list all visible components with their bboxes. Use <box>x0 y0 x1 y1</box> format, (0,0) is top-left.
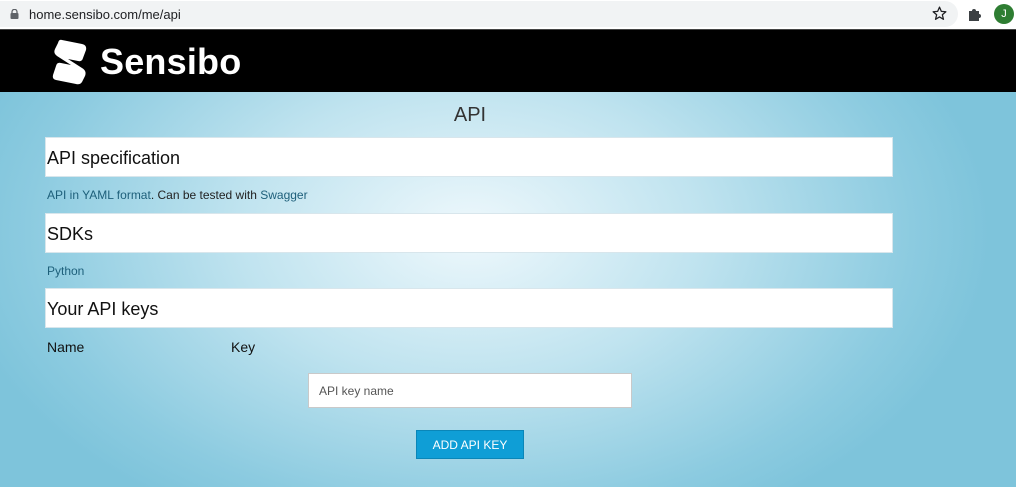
section-sdks: SDKs <box>45 213 893 253</box>
section-heading: SDKs <box>47 224 94 244</box>
section-api-specification: API specification <box>45 137 893 177</box>
extensions-puzzle-icon[interactable] <box>967 6 983 22</box>
keys-column-key: Key <box>231 339 256 355</box>
bookmark-star-icon[interactable] <box>931 5 948 22</box>
section-api-keys: Your API keys <box>45 288 893 328</box>
profile-avatar[interactable]: J <box>994 4 1014 24</box>
swagger-link[interactable]: Swagger <box>260 188 307 202</box>
url-text[interactable]: home.sensibo.com/me/api <box>29 7 181 22</box>
add-api-key-button[interactable]: ADD API KEY <box>416 430 524 459</box>
address-bar[interactable]: home.sensibo.com/me/api <box>0 1 958 27</box>
api-key-name-input[interactable] <box>308 373 632 408</box>
site-header: Sensibo <box>0 29 1016 92</box>
page-title: API <box>453 104 487 126</box>
spec-mid-text: . Can be tested with <box>150 188 261 202</box>
logo-text[interactable]: Sensibo <box>100 41 241 83</box>
python-sdk-link[interactable]: Python <box>47 264 84 278</box>
main-content: API API specification API in YAML format… <box>0 92 1016 487</box>
section-heading: Your API keys <box>47 299 159 319</box>
yaml-spec-link[interactable]: API in YAML format <box>47 188 151 202</box>
keys-column-name: Name <box>47 339 85 355</box>
lock-icon <box>10 9 19 19</box>
api-spec-description: API in YAML format. Can be tested with S… <box>47 188 308 202</box>
section-heading: API specification <box>47 148 181 168</box>
sensibo-logo-icon[interactable] <box>52 38 88 86</box>
browser-toolbar: home.sensibo.com/me/api J <box>0 0 1016 29</box>
sdk-list: Python <box>47 264 84 278</box>
